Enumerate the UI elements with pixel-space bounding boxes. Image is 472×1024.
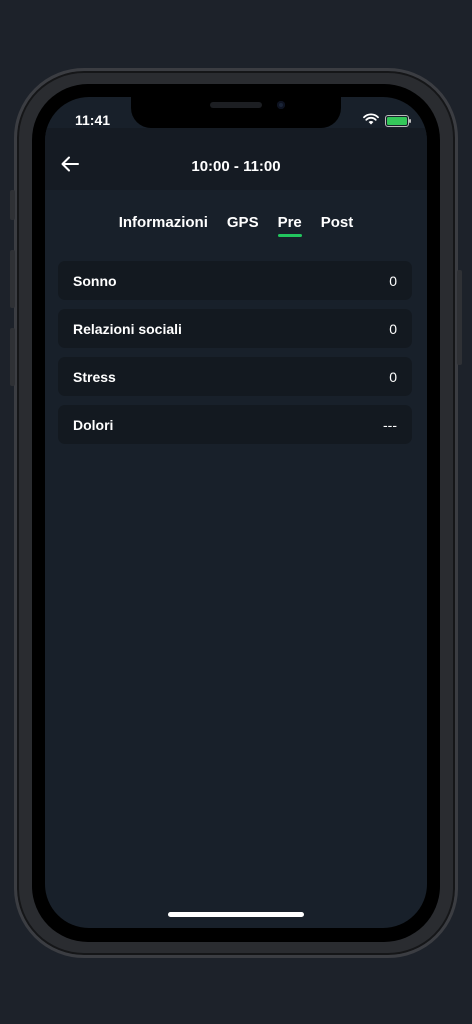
list-item-value: 0 bbox=[389, 320, 397, 337]
battery-charging-icon bbox=[385, 115, 411, 127]
list-item-label: Sonno bbox=[73, 272, 117, 289]
tab-informazioni[interactable]: Informazioni bbox=[119, 214, 208, 237]
side-button-volume-up bbox=[10, 250, 15, 308]
list-item-label: Dolori bbox=[73, 416, 114, 433]
list-item-value: 0 bbox=[389, 368, 397, 385]
side-button-volume-down bbox=[10, 328, 15, 386]
camera bbox=[277, 101, 285, 109]
speaker bbox=[210, 102, 262, 108]
list-item-sonno: Sonno 0 bbox=[58, 261, 412, 300]
app-screen: 11:41 10:00 - 11:00 Informazioni GPS Pre… bbox=[45, 97, 427, 928]
list-item-dolori: Dolori --- bbox=[58, 405, 412, 444]
list-item-value: 0 bbox=[389, 272, 397, 289]
list-item-value: --- bbox=[383, 416, 397, 433]
notch bbox=[131, 97, 341, 128]
list-item-stress: Stress 0 bbox=[58, 357, 412, 396]
list-item-label: Relazioni sociali bbox=[73, 320, 182, 337]
tab-post[interactable]: Post bbox=[321, 214, 354, 237]
app-header: 10:00 - 11:00 bbox=[45, 128, 427, 190]
page-title: 10:00 - 11:00 bbox=[191, 158, 281, 175]
side-button-power bbox=[457, 270, 462, 365]
tab-pre[interactable]: Pre bbox=[277, 214, 302, 237]
status-time: 11:41 bbox=[75, 112, 111, 128]
side-button-mute bbox=[10, 190, 15, 220]
list-item-label: Stress bbox=[73, 368, 116, 385]
list-item-relazioni-sociali: Relazioni sociali 0 bbox=[58, 309, 412, 348]
tab-bar: Informazioni GPS Pre Post bbox=[45, 214, 427, 237]
tab-gps[interactable]: GPS bbox=[227, 214, 259, 237]
parameter-list: Sonno 0 Relazioni sociali 0 Stress 0 Dol… bbox=[58, 261, 412, 453]
home-indicator[interactable] bbox=[168, 912, 304, 917]
